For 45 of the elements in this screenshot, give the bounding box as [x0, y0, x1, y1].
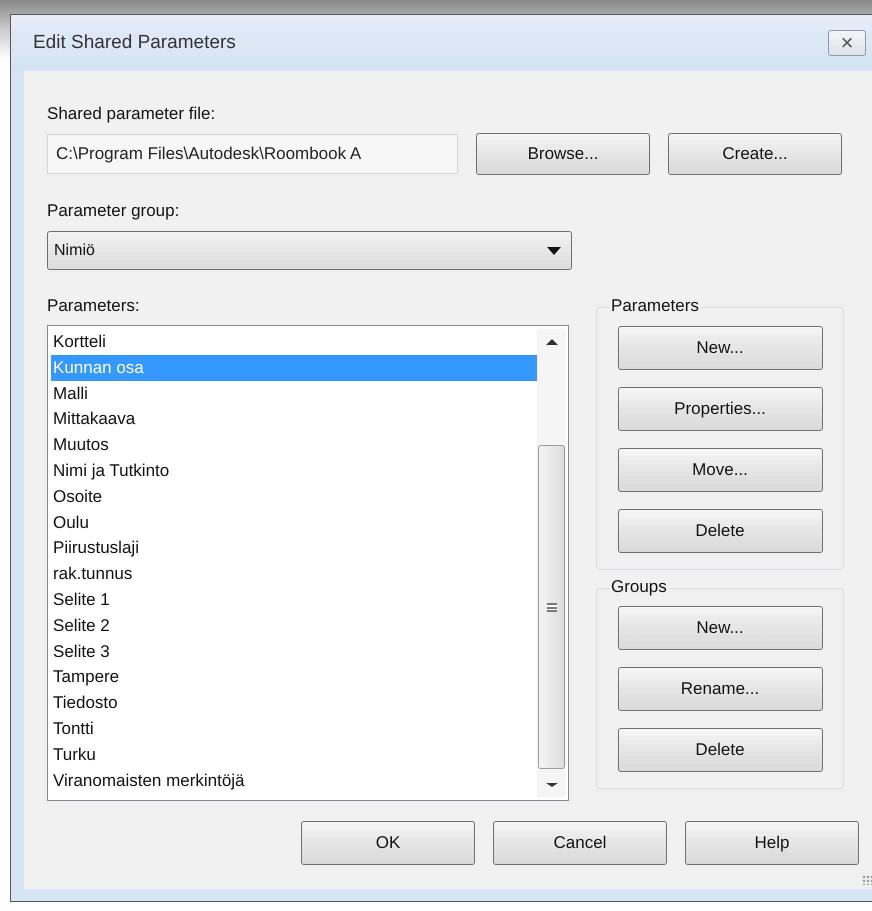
close-button[interactable]: × [828, 30, 866, 56]
field-label: Shared parameter file: [47, 104, 216, 124]
list-item[interactable]: Osoite [51, 484, 537, 510]
file-path-field[interactable]: C:\Program Files\Autodesk\Roombook A [47, 134, 458, 174]
group-button[interactable]: Delete [618, 728, 822, 772]
list-item[interactable]: Viranomaisten merkintöjä [51, 768, 537, 794]
list-item[interactable]: Turku [51, 742, 537, 768]
dropdown-value: Nimiö [54, 242, 95, 260]
group-button[interactable]: Move... [618, 448, 822, 492]
dialog-button[interactable]: Help [685, 821, 859, 865]
group-button[interactable]: New... [618, 606, 822, 650]
group-box-title: Groups [609, 577, 669, 597]
field-label: Parameter group: [47, 201, 180, 221]
list-item[interactable]: Selite 3 [51, 638, 537, 664]
list-item[interactable]: Malli [51, 380, 537, 406]
dialog-button[interactable]: Cancel [493, 821, 667, 865]
scrollbar[interactable] [537, 329, 566, 797]
dropdown-arrow-icon [547, 246, 561, 254]
list-item[interactable]: Oulu [51, 510, 537, 536]
list-item[interactable]: Tiedosto [51, 690, 537, 716]
group-button[interactable]: Delete [618, 509, 822, 553]
list-item[interactable]: Selite 1 [51, 586, 537, 613]
list-item[interactable]: Piirustuslaji [51, 535, 537, 562]
window-title: Edit Shared Parameters [33, 32, 236, 54]
group-button[interactable]: New... [618, 326, 822, 370]
list-item[interactable]: Kortteli [51, 329, 537, 355]
list-item[interactable]: rak.tunnus [51, 561, 537, 587]
scroll-up-icon[interactable] [546, 339, 558, 345]
scroll-thumb[interactable] [538, 445, 565, 769]
scroll-down-icon[interactable] [546, 783, 558, 787]
list-item[interactable]: Selite 2 [51, 612, 537, 639]
group-button[interactable]: Properties... [618, 387, 822, 431]
file-button[interactable]: Create... [668, 133, 842, 175]
list-item[interactable]: Nimi ja Tutkinto [51, 458, 537, 484]
list-item[interactable]: Muutos [51, 432, 537, 458]
resize-grip-icon [862, 875, 872, 885]
grip-icon [546, 602, 556, 612]
list-item[interactable]: Tampere [51, 664, 537, 690]
list-item[interactable]: Mittakaava [51, 406, 537, 432]
group-dropdown[interactable]: Nimiö [47, 231, 572, 270]
list-item[interactable]: Tontti [51, 716, 537, 742]
group-button[interactable]: Rename... [618, 667, 822, 711]
list-label: Parameters: [47, 296, 141, 316]
dialog-button[interactable]: OK [301, 821, 475, 865]
file-button[interactable]: Browse... [476, 133, 650, 175]
